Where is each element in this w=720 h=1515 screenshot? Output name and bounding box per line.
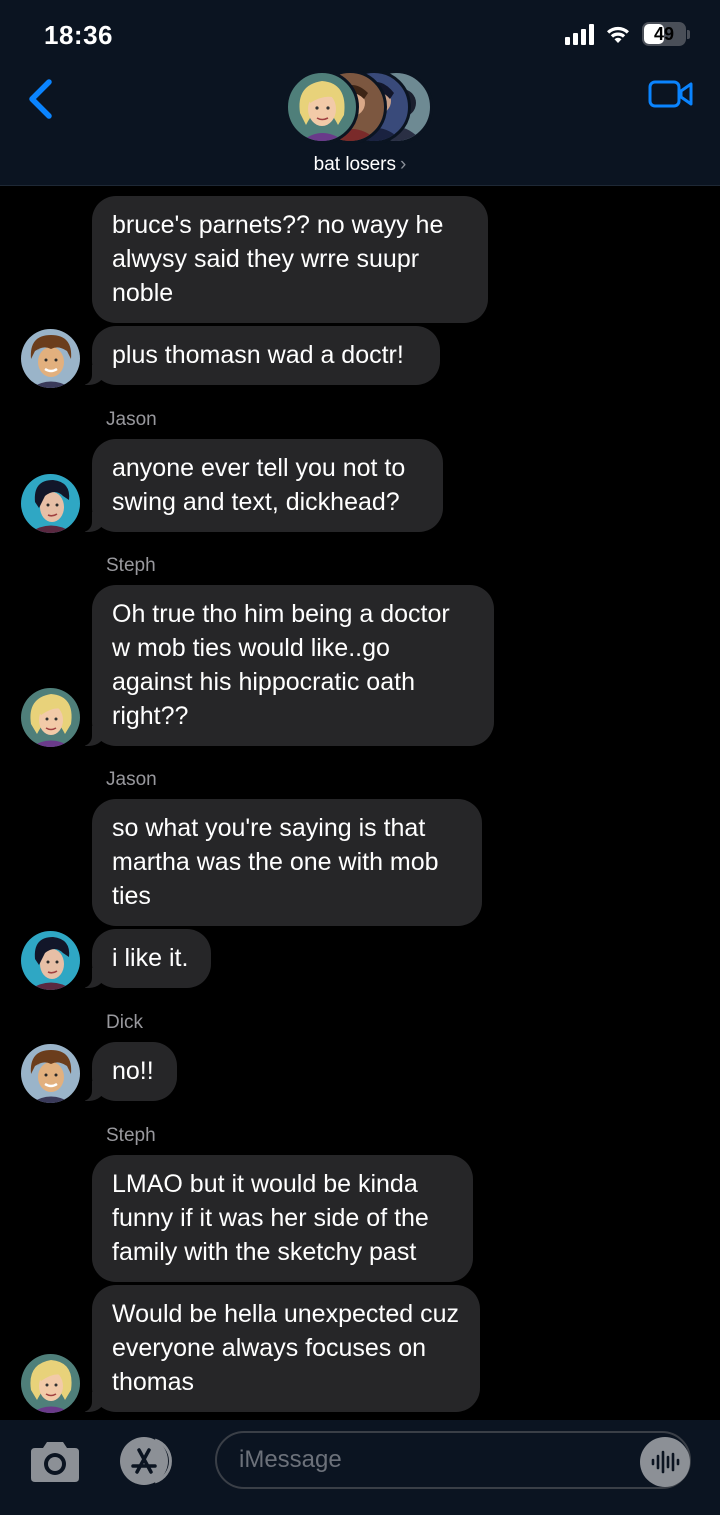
battery-icon: 49 — [642, 22, 686, 46]
camera-icon[interactable] — [27, 1440, 83, 1484]
sender-avatar-dick — [21, 1044, 80, 1103]
sender-label: Steph — [106, 555, 156, 576]
back-chevron-icon[interactable] — [22, 76, 58, 122]
status-indicators: 49 — [565, 22, 690, 46]
message-bubble[interactable]: Oh true tho him being a doctor w mob tie… — [82, 585, 494, 746]
status-time: 18:36 — [44, 20, 113, 50]
group-name: bat losers — [313, 154, 397, 175]
conversation-header: 18:36 49 bat losers › — [0, 0, 720, 186]
battery-indicator: 49 — [642, 22, 690, 46]
sender-avatar-dick — [21, 329, 80, 388]
app-store-icon[interactable] — [117, 1436, 181, 1486]
message-bubble[interactable]: bruce's parnets?? no wayy he alwysy said… — [92, 196, 488, 323]
sender-label: Steph — [106, 1125, 156, 1146]
message-bubble[interactable]: so what you're saying is that martha was… — [92, 799, 482, 926]
message-bubble[interactable]: LMAO but it would be kinda funny if it w… — [92, 1155, 473, 1282]
message-bubble[interactable]: plus thomasn wad a doctr! — [82, 326, 440, 385]
battery-level: 49 — [653, 23, 675, 44]
waveform-icon[interactable] — [640, 1437, 690, 1487]
message-list[interactable]: bruce's parnets?? no wayy he alwysy said… — [0, 187, 720, 1420]
compose-bar — [0, 1420, 720, 1515]
group-avatar-stack[interactable] — [285, 70, 437, 146]
sender-label: Jason — [106, 769, 157, 790]
message-bubble[interactable]: i like it. — [82, 929, 211, 988]
group-member-avatar-steph — [285, 70, 359, 144]
cellular-signal-icon — [565, 23, 594, 45]
sender-avatar-steph — [21, 1354, 80, 1413]
wifi-icon — [607, 26, 629, 43]
sender-avatar-jason — [21, 931, 80, 990]
sender-avatar-steph — [21, 688, 80, 747]
video-call-icon[interactable] — [648, 78, 694, 110]
sender-label: Jason — [106, 409, 157, 430]
sender-avatar-jason — [21, 474, 80, 533]
group-name-link[interactable]: bat losers › — [0, 154, 720, 176]
sender-label: Dick — [106, 1012, 143, 1033]
message-bubble[interactable]: anyone ever tell you not to swing and te… — [82, 439, 443, 532]
message-bubble[interactable]: no!! — [82, 1042, 177, 1101]
imessage-input[interactable] — [215, 1431, 691, 1489]
chevron-right-icon: › — [400, 154, 407, 175]
message-bubble[interactable]: Would be hella unexpected cuz everyone a… — [82, 1285, 480, 1412]
